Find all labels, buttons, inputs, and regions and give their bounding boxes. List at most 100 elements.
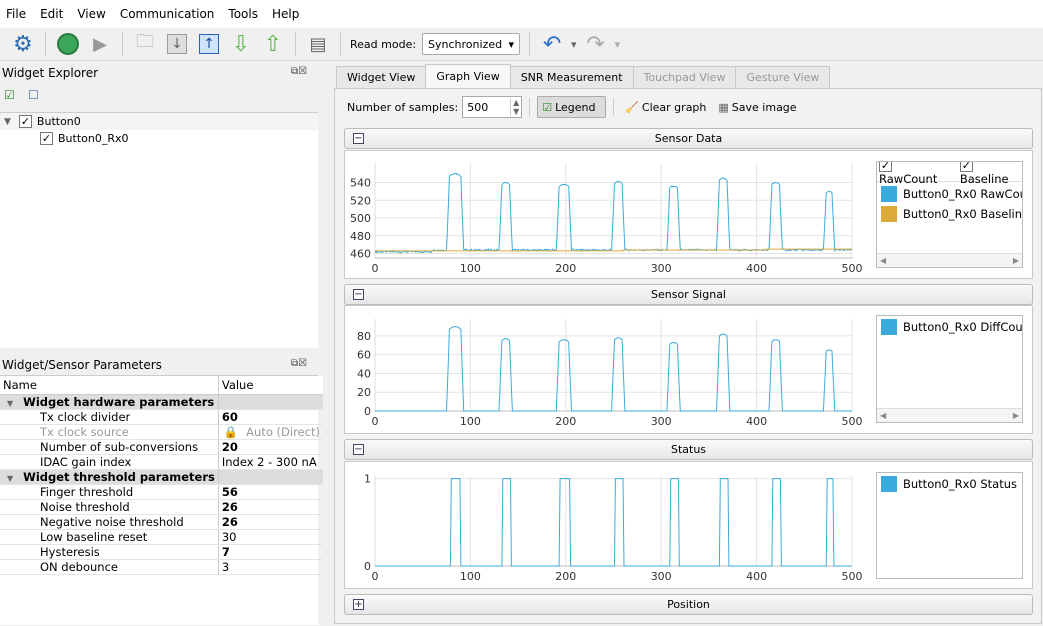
section-sensor-signal[interactable]: − Sensor Signal <box>344 284 1033 305</box>
param-row[interactable]: IDAC gain index Index 2 - 300 nA <box>0 454 323 470</box>
section-position[interactable]: + Position <box>344 594 1033 615</box>
legend-item[interactable]: Button0_Rx0 RawCount <box>877 184 1022 204</box>
collapse-icon[interactable]: − <box>353 133 364 144</box>
collapse-icon[interactable]: ▼ <box>7 399 13 408</box>
tree-item-button0[interactable]: ▼ ✓ Button0 <box>0 113 318 130</box>
uncheck-all-icon[interactable]: ☐ <box>28 88 39 102</box>
y-tick-label: 60 <box>357 349 371 362</box>
menu-help[interactable]: Help <box>272 7 299 21</box>
y-tick-label: 540 <box>350 177 371 190</box>
check-all-icon[interactable]: ☑ <box>4 88 15 102</box>
redo-dropdown-icon[interactable]: ▾ <box>615 38 621 51</box>
param-value[interactable]: 26 <box>217 499 323 515</box>
samples-spinbox[interactable]: 500 ▲ ▼ <box>462 96 523 118</box>
write-icon[interactable]: ↑ <box>196 31 222 57</box>
graph-toolbar: Number of samples: 500 ▲ ▼ ☑ Legend 🧹 Clear … <box>347 96 801 118</box>
legend-item[interactable]: Button0_Rx0 Baseline <box>877 204 1022 224</box>
spin-arrows-icon[interactable]: ▲ ▼ <box>510 98 521 116</box>
y-tick-label: 80 <box>357 330 371 343</box>
open-folder-icon[interactable]: 🗀 <box>132 31 158 57</box>
param-name: Hysteresis <box>0 544 219 560</box>
tree-item-button0-rx0[interactable]: ✓ Button0_Rx0 <box>0 130 318 147</box>
tab-gesture-view[interactable]: Gesture View <box>735 66 831 88</box>
tab-snr-measurement[interactable]: SNR Measurement <box>509 66 634 88</box>
param-row[interactable]: Number of sub-conversions 20 <box>0 439 323 455</box>
close-icon[interactable]: ☒ <box>298 66 307 77</box>
read-mode-value: Synchronized <box>428 37 503 51</box>
tab-widget-view[interactable]: Widget View <box>336 66 427 88</box>
download-arrow-icon[interactable]: ⇩ <box>228 31 254 57</box>
param-row[interactable]: Tx clock source 🔒 Auto (Direct) <box>0 424 323 440</box>
tab-touchpad-view[interactable]: Touchpad View <box>632 66 737 88</box>
checkbox[interactable]: ✓ <box>18 115 32 128</box>
param-value[interactable]: 60 <box>217 409 323 425</box>
column-header-name[interactable]: Name <box>0 376 219 395</box>
undo-icon[interactable]: ↶ <box>539 31 565 57</box>
menu-view[interactable]: View <box>77 7 105 21</box>
legend-item[interactable]: Button0_Rx0 DiffCount <box>877 317 1022 337</box>
expand-icon[interactable]: + <box>353 599 364 610</box>
menu-edit[interactable]: Edit <box>40 7 63 21</box>
series-line <box>375 325 852 412</box>
upload-arrow-icon[interactable]: ⇧ <box>260 31 286 57</box>
param-value[interactable]: 7 <box>217 544 323 560</box>
rawcount-toggle[interactable]: ✓RawCount <box>879 162 948 186</box>
legend-icon: ☑ <box>542 100 553 114</box>
redo-icon[interactable]: ↷ <box>583 31 609 57</box>
gear-icon[interactable]: ⚙ <box>10 31 36 57</box>
param-value[interactable]: 30 <box>217 529 323 545</box>
save-image-button[interactable]: ▦ Save image <box>714 96 800 118</box>
clear-graph-button[interactable]: 🧹 Clear graph <box>621 96 710 118</box>
param-row[interactable]: Low baseline reset 30 <box>0 529 323 545</box>
menu-communication[interactable]: Communication <box>120 7 215 21</box>
read-mode-select[interactable]: Synchronized ▾ <box>422 33 521 55</box>
param-row[interactable]: Negative noise threshold 26 <box>0 514 323 530</box>
x-tick-label: 300 <box>651 262 672 275</box>
param-value[interactable]: 🔒 Auto (Direct) <box>217 424 323 440</box>
param-value[interactable]: 56 <box>217 484 323 500</box>
collapse-icon[interactable]: ▼ <box>7 474 13 483</box>
checkbox[interactable]: ✓ <box>959 162 973 172</box>
tab-graph-view[interactable]: Graph View <box>425 64 511 88</box>
baseline-toggle[interactable]: ✓Baseline <box>959 162 1020 186</box>
view-tabs: Widget View Graph View SNR Measurement Touc… <box>336 64 831 88</box>
param-name: Tx clock source <box>0 424 219 440</box>
param-value[interactable]: 26 <box>217 514 323 530</box>
param-value[interactable]: Index 2 - 300 nA <box>217 454 323 470</box>
checkbox[interactable]: ✓ <box>40 132 53 145</box>
log-icon[interactable]: ▤ <box>305 31 331 57</box>
checkbox[interactable]: ✓ <box>879 162 892 172</box>
read-icon[interactable]: ↓ <box>164 31 190 57</box>
param-group[interactable]: ▼ Widget threshold parameters <box>0 469 323 485</box>
undo-dropdown-icon[interactable]: ▾ <box>571 38 577 51</box>
param-row[interactable]: ON debounce 3 <box>0 559 323 575</box>
sensor-data-chart: 0 100 200 300 400 500 460 480 500 520 540 ✓RawCoun… <box>344 150 1033 279</box>
close-icon[interactable]: ☒ <box>298 358 307 369</box>
x-tick-label: 100 <box>460 262 481 275</box>
collapse-icon[interactable]: − <box>353 444 364 455</box>
legend-scrollbar[interactable]: ◀ ▶ <box>877 408 1022 422</box>
tree-item-label: Button0_Rx0 <box>58 132 129 145</box>
param-row[interactable]: Tx clock divider 60 <box>0 409 323 425</box>
param-value[interactable]: 3 <box>217 559 323 575</box>
collapse-icon[interactable]: − <box>353 289 364 300</box>
column-header-value[interactable]: Value <box>217 376 323 395</box>
param-row[interactable]: Noise threshold 26 <box>0 499 323 515</box>
param-group[interactable]: ▼ Widget hardware parameters <box>0 394 323 410</box>
menu-tools[interactable]: Tools <box>228 7 258 21</box>
param-value[interactable]: 20 <box>217 439 323 455</box>
param-row[interactable]: Hysteresis 7 <box>0 544 323 560</box>
sensor-signal-plot: 0 100 200 300 400 500 0 20 40 60 80 <box>357 319 863 428</box>
x-tick-label: 400 <box>746 570 767 583</box>
legend-scrollbar[interactable]: ◀ ▶ <box>877 253 1022 267</box>
play-icon[interactable]: ▶ <box>87 31 113 57</box>
section-status[interactable]: − Status <box>344 439 1033 460</box>
param-row[interactable]: Finger threshold 56 <box>0 484 323 500</box>
section-sensor-data[interactable]: − Sensor Data <box>344 128 1033 149</box>
legend-button[interactable]: ☑ Legend <box>537 96 607 118</box>
connect-icon[interactable] <box>55 31 81 57</box>
x-tick-label: 200 <box>555 570 576 583</box>
legend-item[interactable]: Button0_Rx0 Status <box>877 474 1022 494</box>
menu-file[interactable]: File <box>6 7 26 21</box>
expand-icon[interactable]: ▼ <box>4 117 11 127</box>
